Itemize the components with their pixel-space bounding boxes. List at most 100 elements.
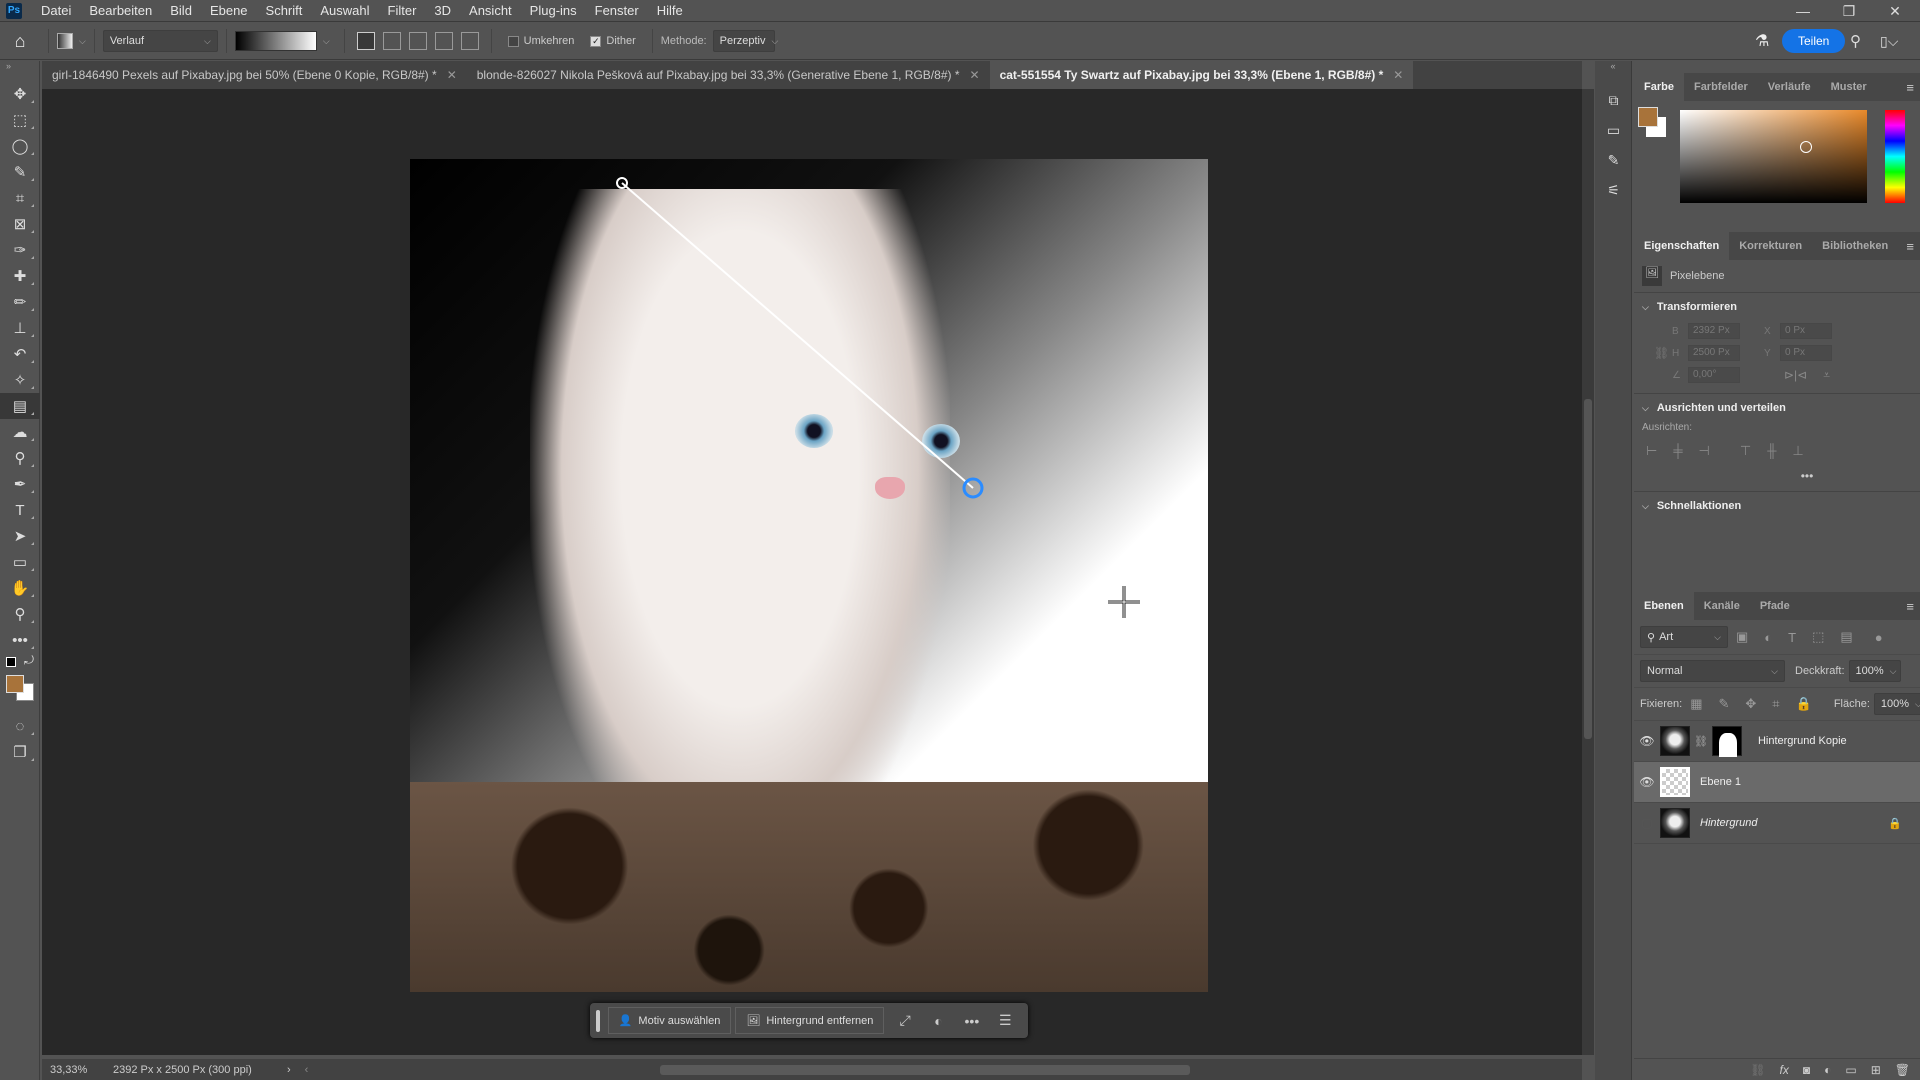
scroll-left-icon[interactable]: ‹ bbox=[305, 1064, 309, 1076]
screen-mode-button[interactable]: ❐ bbox=[0, 739, 40, 765]
opacity-field[interactable]: 100% ⌵ bbox=[1848, 660, 1901, 682]
filter-toggle[interactable]: ● bbox=[1875, 630, 1883, 645]
close-button[interactable]: ✕ bbox=[1872, 0, 1918, 22]
more-tools[interactable]: ••• bbox=[0, 627, 40, 653]
visibility-eye-icon[interactable]: 👁 bbox=[1634, 775, 1660, 789]
align-top-icon[interactable]: ⊤ bbox=[1740, 443, 1751, 459]
align-right-icon[interactable]: ⊣ bbox=[1699, 443, 1710, 459]
filter-shape-icon[interactable]: ⬚ bbox=[1812, 629, 1824, 645]
menu-datei[interactable]: Datei bbox=[32, 3, 80, 18]
panel-menu-icon[interactable]: ≡ bbox=[1906, 80, 1914, 95]
collapse-arrows-icon[interactable]: « bbox=[1595, 61, 1631, 85]
flask-icon[interactable]: ⚗ bbox=[1755, 31, 1769, 51]
color-picker-handle[interactable] bbox=[1800, 141, 1812, 153]
workspace-icon[interactable]: ▯⌵ bbox=[1880, 33, 1898, 50]
crop-tool[interactable]: ⌗ bbox=[0, 185, 40, 211]
lock-transparency-icon[interactable]: ▦ bbox=[1690, 696, 1702, 712]
layer-filter-dropdown[interactable]: ⚲ Art ⌵ bbox=[1640, 626, 1728, 648]
menu-schrift[interactable]: Schrift bbox=[257, 3, 312, 18]
document-canvas-image[interactable] bbox=[410, 159, 1208, 992]
default-colors-icon[interactable] bbox=[6, 657, 16, 667]
dodge-tool[interactable]: ⚲ bbox=[0, 445, 40, 471]
brush-settings-icon[interactable]: ✎ bbox=[1595, 145, 1632, 175]
lock-all-icon[interactable]: 🔒 bbox=[1796, 696, 1812, 712]
filter-smartobject-icon[interactable]: ▤ bbox=[1840, 629, 1852, 645]
history-icon[interactable]: ⧉ bbox=[1595, 85, 1632, 115]
tab-cat-document[interactable]: cat-551554 Ty Swartz auf Pixabay.jpg bei… bbox=[989, 61, 1414, 89]
marquee-tool[interactable]: ⬚ bbox=[0, 107, 40, 133]
tab-korrekturen[interactable]: Korrekturen bbox=[1729, 232, 1812, 260]
add-mask-icon[interactable]: ◙ bbox=[1803, 1063, 1810, 1077]
flip-horizontal-icon[interactable]: ⊳|⊲ bbox=[1784, 368, 1807, 382]
status-chevron-right-icon[interactable]: › bbox=[287, 1064, 291, 1076]
fx-icon[interactable]: fx bbox=[1780, 1063, 1789, 1077]
menu-ebene[interactable]: Ebene bbox=[201, 3, 257, 18]
link-layers-icon[interactable]: ⛓ bbox=[1750, 1063, 1765, 1077]
hand-tool[interactable]: ✋ bbox=[0, 575, 40, 601]
radial-gradient-button[interactable] bbox=[382, 32, 401, 50]
healing-brush-tool[interactable]: ✚ bbox=[0, 263, 40, 289]
drag-handle[interactable] bbox=[596, 1009, 600, 1032]
mask-link-icon[interactable]: ⛓ bbox=[1694, 735, 1708, 748]
dither-checkbox[interactable]: ✓ Dither bbox=[590, 35, 636, 47]
transform-icon[interactable]: ⤢ bbox=[888, 1012, 921, 1029]
methode-dropdown[interactable]: Perzeptiv ⌵ bbox=[712, 30, 778, 52]
hue-slider[interactable] bbox=[1885, 110, 1905, 203]
menu-3d[interactable]: 3D bbox=[425, 3, 460, 18]
filter-pixel-icon[interactable]: ▣ bbox=[1736, 629, 1748, 645]
adjustment-icon[interactable]: ◐ bbox=[922, 1013, 955, 1029]
layer-row-ebene-1[interactable]: 👁 Ebene 1 bbox=[1634, 762, 1920, 803]
transform-section-header[interactable]: ⌵ Transformieren bbox=[1634, 293, 1920, 321]
tab-muster[interactable]: Muster bbox=[1821, 73, 1877, 101]
close-tab-icon[interactable]: ✕ bbox=[447, 68, 457, 82]
quick-selection-tool[interactable]: ✎ bbox=[0, 159, 40, 185]
tab-girl-document[interactable]: girl-1846490 Pexels auf Pixabay.jpg bei … bbox=[42, 61, 467, 89]
menu-auswahl[interactable]: Auswahl bbox=[311, 3, 378, 18]
tab-bibliotheken[interactable]: Bibliotheken bbox=[1812, 232, 1898, 260]
width-field[interactable]: 2392 Px bbox=[1688, 323, 1740, 339]
linear-gradient-button[interactable] bbox=[356, 32, 375, 50]
gradient-tool[interactable]: ▤ bbox=[0, 393, 40, 419]
align-bottom-icon[interactable]: ⊥ bbox=[1792, 443, 1803, 459]
menu-hilfe[interactable]: Hilfe bbox=[648, 3, 692, 18]
visibility-eye-icon[interactable]: 👁 bbox=[1634, 734, 1660, 748]
angle-field[interactable]: 0,00° bbox=[1688, 367, 1740, 383]
comments-icon[interactable]: ▭ bbox=[1595, 115, 1632, 145]
more-options-icon[interactable]: ••• bbox=[1634, 469, 1920, 483]
tab-farbfelder[interactable]: Farbfelder bbox=[1684, 73, 1758, 101]
select-subject-button[interactable]: 👤 Motiv auswählen bbox=[607, 1007, 732, 1034]
align-section-header[interactable]: ⌵ Ausrichten und verteilen bbox=[1634, 393, 1920, 422]
fg-color-chip[interactable] bbox=[1638, 107, 1658, 127]
menu-fenster[interactable]: Fenster bbox=[586, 3, 648, 18]
link-icon[interactable]: ⛓ bbox=[1654, 346, 1669, 360]
tab-blonde-document[interactable]: blonde-826027 Nikola Pešková auf Pixabay… bbox=[466, 61, 990, 89]
collapse-arrows-icon[interactable]: » bbox=[0, 61, 39, 81]
menu-ansicht[interactable]: Ansicht bbox=[460, 3, 521, 18]
brush-tool[interactable]: ✏ bbox=[0, 289, 40, 315]
lock-pixels-icon[interactable]: ✎ bbox=[1718, 696, 1729, 712]
filter-adjustment-icon[interactable]: ◐ bbox=[1764, 630, 1772, 645]
zoom-tool[interactable]: ⚲ bbox=[0, 601, 40, 627]
panel-menu-icon[interactable]: ≡ bbox=[1906, 239, 1914, 254]
minimize-button[interactable]: — bbox=[1780, 0, 1826, 22]
horizontal-scrollbar[interactable] bbox=[660, 1065, 1190, 1075]
quick-actions-section-header[interactable]: ⌵ Schnellaktionen bbox=[1634, 491, 1920, 520]
gradient-picker-chevron-icon[interactable]: ⌵ bbox=[323, 36, 330, 47]
move-tool[interactable]: ✥ bbox=[0, 81, 40, 107]
menu-plugins[interactable]: Plug-ins bbox=[521, 3, 586, 18]
layer-row-hintergrund-kopie[interactable]: 👁 ⛓ Hintergrund Kopie bbox=[1634, 721, 1920, 762]
path-selection-tool[interactable]: ➤ bbox=[0, 523, 40, 549]
align-middle-v-icon[interactable]: ╫ bbox=[1767, 443, 1776, 459]
frame-tool[interactable]: ⊠ bbox=[0, 211, 40, 237]
scrollbar-thumb[interactable] bbox=[1584, 399, 1592, 739]
gradient-preview[interactable] bbox=[234, 31, 317, 51]
rectangle-tool[interactable]: ▭ bbox=[0, 549, 40, 575]
angle-gradient-button[interactable] bbox=[408, 32, 427, 50]
tab-ebenen[interactable]: Ebenen bbox=[1634, 592, 1694, 620]
close-tab-icon[interactable]: ✕ bbox=[970, 68, 980, 82]
tab-kanaele[interactable]: Kanäle bbox=[1694, 592, 1750, 620]
menu-bearbeiten[interactable]: Bearbeiten bbox=[80, 3, 161, 18]
layer-mask-thumbnail[interactable] bbox=[1711, 726, 1742, 757]
foreground-color-swatch[interactable] bbox=[6, 675, 24, 693]
tab-pfade[interactable]: Pfade bbox=[1750, 592, 1800, 620]
